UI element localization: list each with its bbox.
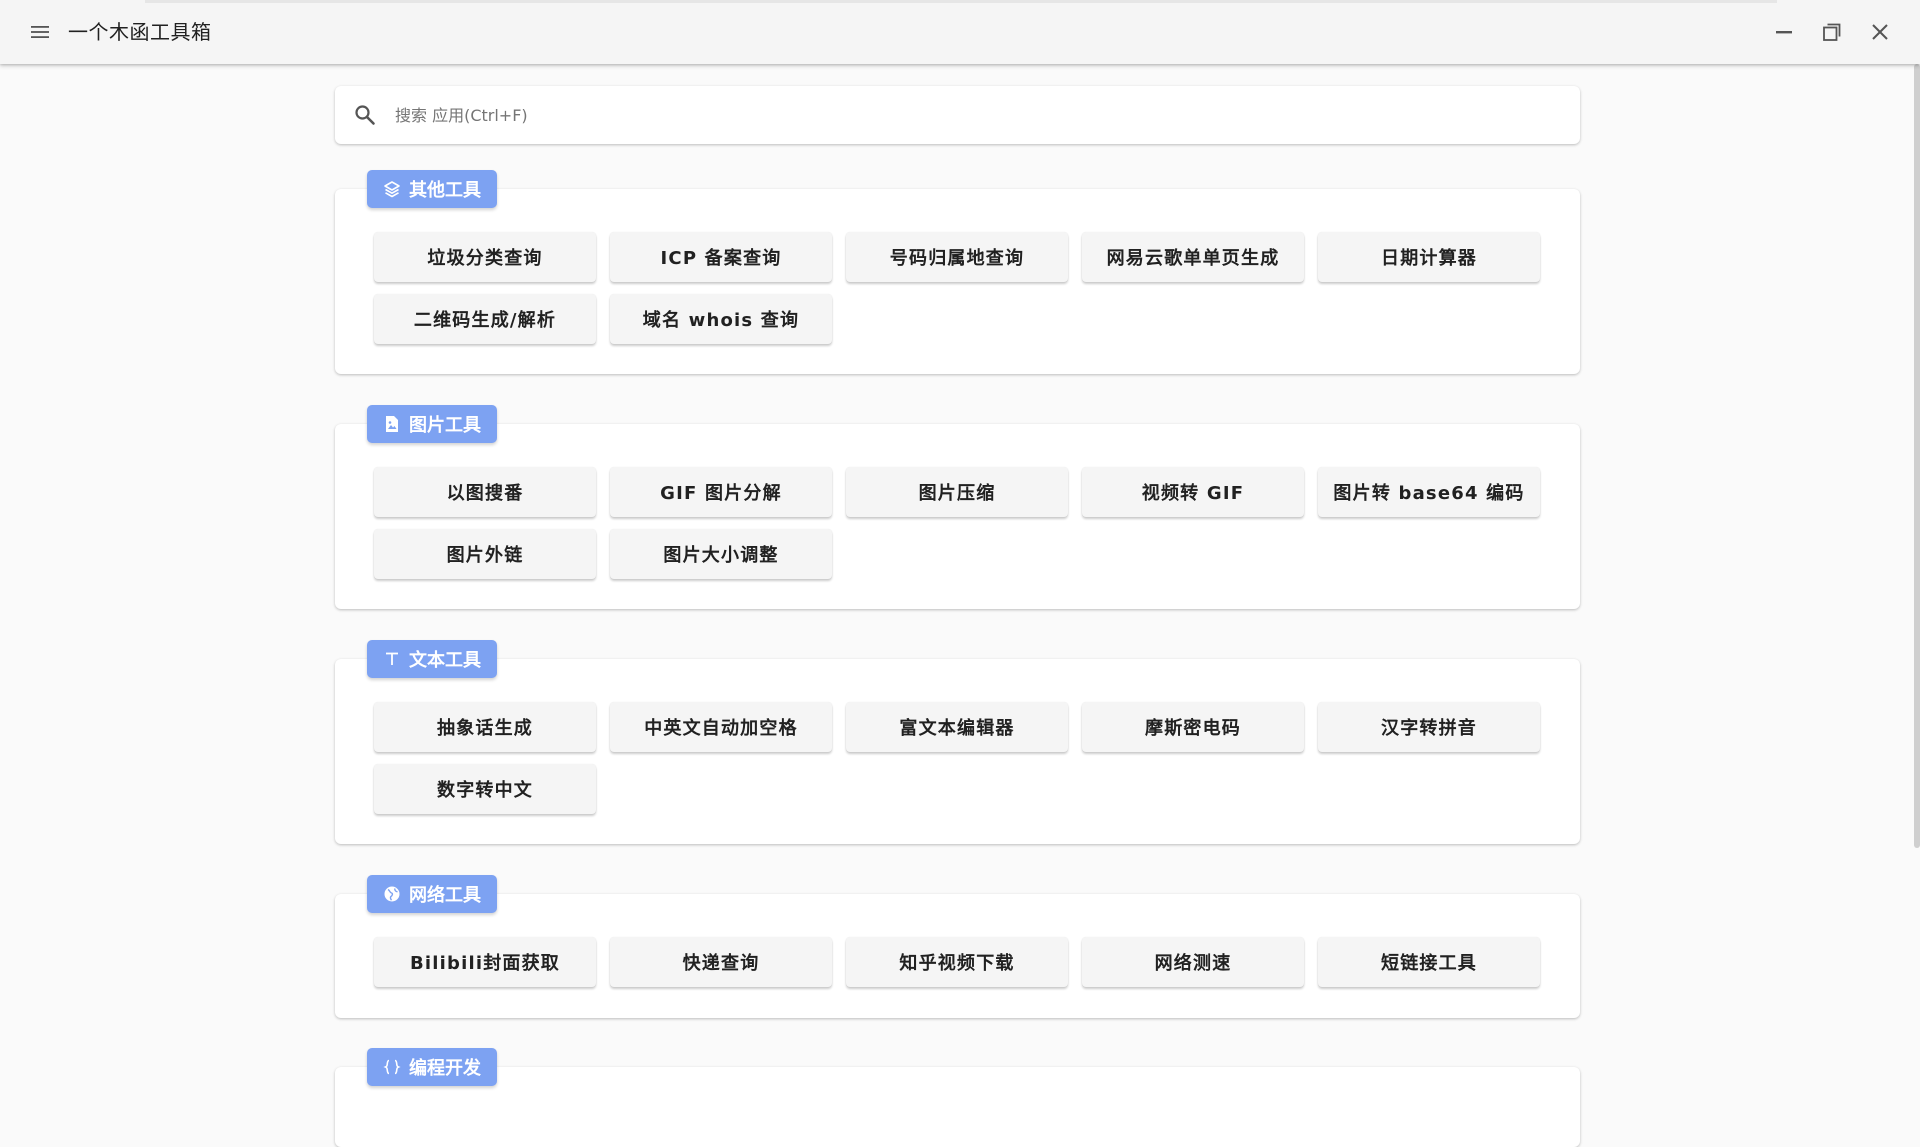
- menu-button[interactable]: [24, 16, 56, 48]
- window-minimize-icon: [1776, 31, 1792, 34]
- tool-zhihu-video-button[interactable]: 知乎视频下载: [846, 937, 1068, 987]
- image-file-icon: [383, 415, 401, 433]
- section-title: 文本工具: [409, 650, 481, 671]
- tool-abstract-text-button[interactable]: 抽象话生成: [374, 702, 596, 752]
- tool-grid: 垃圾分类查询 ICP 备案查询 号码归属地查询 网易云歌单单页生成 日期计算器 …: [374, 232, 1540, 344]
- window-maximize-icon: [1823, 23, 1841, 41]
- tool-netease-playlist-button[interactable]: 网易云歌单单页生成: [1082, 232, 1304, 282]
- tool-icp-lookup-button[interactable]: ICP 备案查询: [610, 232, 832, 282]
- tool-speed-test-button[interactable]: 网络测速: [1082, 937, 1304, 987]
- maximize-button[interactable]: [1816, 16, 1848, 48]
- search-input[interactable]: [395, 100, 1555, 130]
- minimize-button[interactable]: [1768, 16, 1800, 48]
- section-card: Bilibili封面获取 快递查询 知乎视频下载 网络测速 短链接工具: [335, 894, 1580, 1018]
- tool-bilibili-cover-button[interactable]: Bilibili封面获取: [374, 937, 596, 987]
- code-braces-icon: [383, 1058, 401, 1076]
- search-bar: [335, 86, 1580, 144]
- section-chip: 图片工具: [367, 405, 497, 443]
- section-title: 编程开发: [409, 1058, 481, 1079]
- tool-express-tracking-button[interactable]: 快递查询: [610, 937, 832, 987]
- tool-image-base64-button[interactable]: 图片转 base64 编码: [1318, 467, 1540, 517]
- app-title: 一个木函工具箱: [68, 20, 212, 44]
- scrollbar-thumb[interactable]: [1914, 64, 1920, 848]
- section-card: 垃圾分类查询 ICP 备案查询 号码归属地查询 网易云歌单单页生成 日期计算器 …: [335, 189, 1580, 374]
- section-chip: 网络工具: [367, 875, 497, 913]
- section-other-tools: 其他工具 垃圾分类查询 ICP 备案查询 号码归属地查询 网易云歌单单页生成 日…: [335, 170, 1580, 376]
- hamburger-menu-icon: [31, 26, 49, 38]
- tool-phone-location-button[interactable]: 号码归属地查询: [846, 232, 1068, 282]
- section-chip: 文本工具: [367, 640, 497, 678]
- section-title: 其他工具: [409, 180, 481, 201]
- globe-icon: [383, 885, 401, 903]
- search-icon: [355, 105, 375, 125]
- title-bar-top-line: [145, 0, 1777, 3]
- section-dev-tools: 编程开发: [335, 1048, 1580, 1147]
- section-title: 网络工具: [409, 885, 481, 906]
- tool-grid: Bilibili封面获取 快递查询 知乎视频下载 网络测速 短链接工具: [374, 937, 1540, 987]
- section-network-tools: 网络工具 Bilibili封面获取 快递查询 知乎视频下载 网络测速 短链接工具: [335, 875, 1580, 1019]
- tool-whois-button[interactable]: 域名 whois 查询: [610, 294, 832, 344]
- window-close-icon: [1872, 24, 1888, 40]
- section-card: 抽象话生成 中英文自动加空格 富文本编辑器 摩斯密电码 汉字转拼音 数字转中文: [335, 659, 1580, 844]
- tool-pinyin-button[interactable]: 汉字转拼音: [1318, 702, 1540, 752]
- tool-anime-search-button[interactable]: 以图搜番: [374, 467, 596, 517]
- tool-video-to-gif-button[interactable]: 视频转 GIF: [1082, 467, 1304, 517]
- layers-icon: [383, 180, 401, 198]
- section-chip: 其他工具: [367, 170, 497, 208]
- section-image-tools: 图片工具 以图搜番 GIF 图片分解 图片压缩 视频转 GIF 图片转 base…: [335, 405, 1580, 611]
- section-title: 图片工具: [409, 415, 481, 436]
- section-text-tools: 文本工具 抽象话生成 中英文自动加空格 富文本编辑器 摩斯密电码 汉字转拼音 数…: [335, 640, 1580, 846]
- tool-cjk-spacing-button[interactable]: 中英文自动加空格: [610, 702, 832, 752]
- tool-morse-code-button[interactable]: 摩斯密电码: [1082, 702, 1304, 752]
- section-card: 以图搜番 GIF 图片分解 图片压缩 视频转 GIF 图片转 base64 编码…: [335, 424, 1580, 609]
- main-content: 其他工具 垃圾分类查询 ICP 备案查询 号码归属地查询 网易云歌单单页生成 日…: [335, 64, 1580, 1147]
- tool-rich-text-editor-button[interactable]: 富文本编辑器: [846, 702, 1068, 752]
- tool-number-to-chinese-button[interactable]: 数字转中文: [374, 764, 596, 814]
- tool-image-compress-button[interactable]: 图片压缩: [846, 467, 1068, 517]
- title-bar: 一个木函工具箱: [0, 0, 1920, 64]
- section-card: [335, 1067, 1580, 1147]
- tool-qrcode-button[interactable]: 二维码生成/解析: [374, 294, 596, 344]
- tool-image-resize-button[interactable]: 图片大小调整: [610, 529, 832, 579]
- close-button[interactable]: [1864, 16, 1896, 48]
- tool-garbage-classification-button[interactable]: 垃圾分类查询: [374, 232, 596, 282]
- tool-gif-split-button[interactable]: GIF 图片分解: [610, 467, 832, 517]
- section-chip: 编程开发: [367, 1048, 497, 1086]
- tool-grid: 抽象话生成 中英文自动加空格 富文本编辑器 摩斯密电码 汉字转拼音 数字转中文: [374, 702, 1540, 814]
- tool-short-link-button[interactable]: 短链接工具: [1318, 937, 1540, 987]
- text-type-icon: [383, 650, 401, 668]
- tool-grid: 以图搜番 GIF 图片分解 图片压缩 视频转 GIF 图片转 base64 编码…: [374, 467, 1540, 579]
- tool-date-calculator-button[interactable]: 日期计算器: [1318, 232, 1540, 282]
- tool-image-hosting-button[interactable]: 图片外链: [374, 529, 596, 579]
